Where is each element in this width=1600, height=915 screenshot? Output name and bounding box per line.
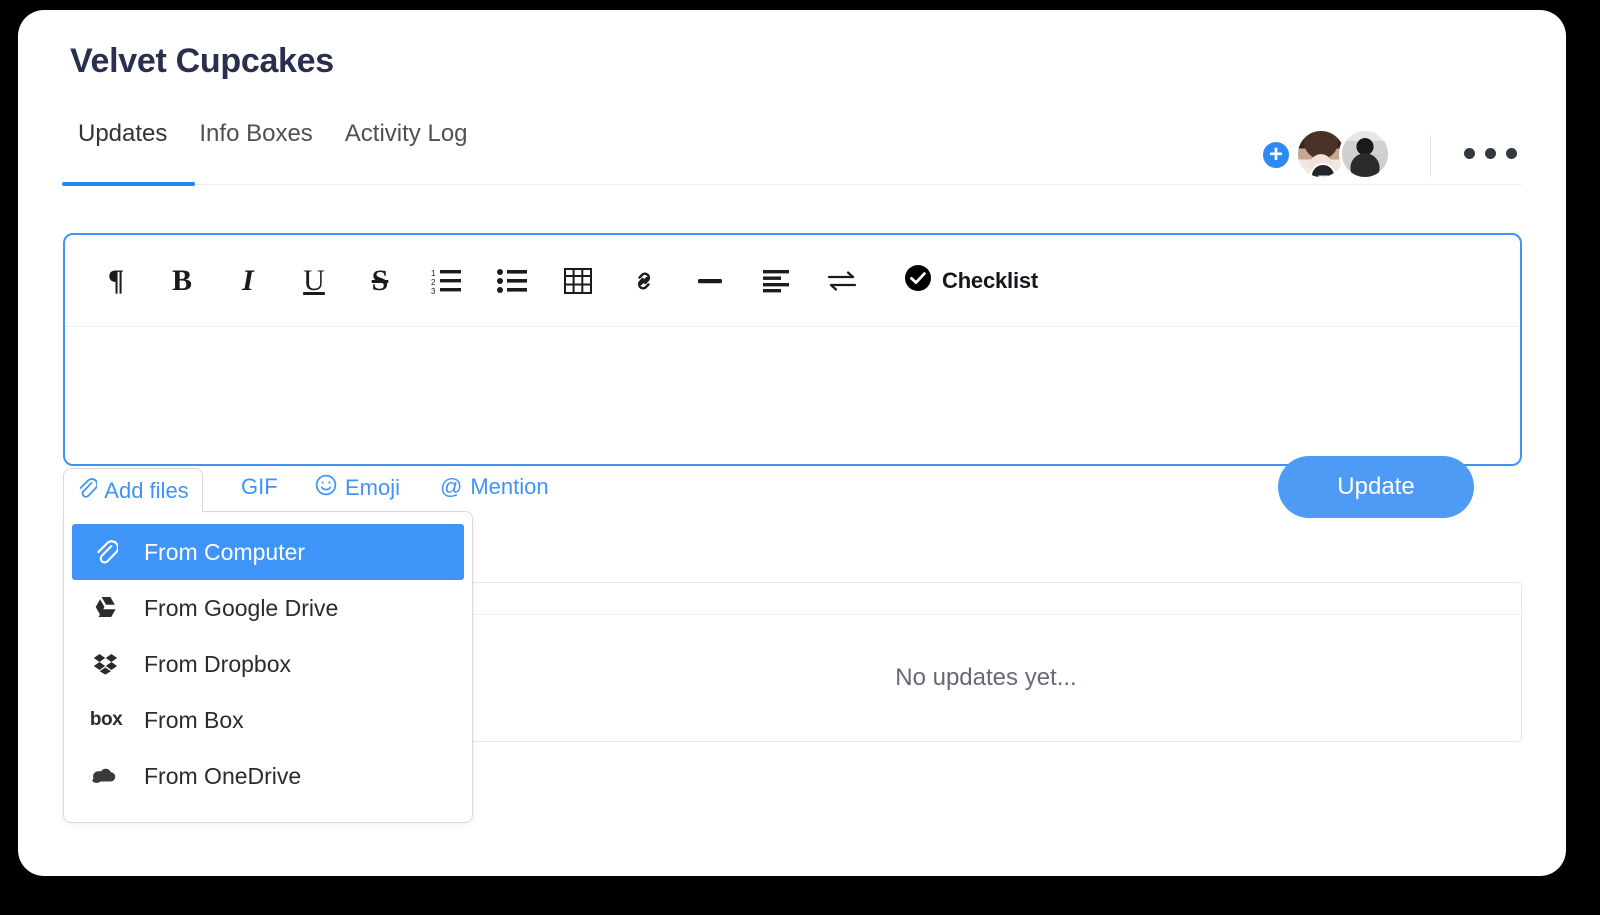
smiley-icon (315, 474, 337, 502)
tab-activity-log[interactable]: Activity Log (329, 120, 484, 166)
menu-item-label: From Dropbox (144, 650, 291, 677)
feed-empty-message: No updates yet... (895, 664, 1077, 691)
feed-panel-header (451, 583, 1521, 615)
svg-text:2: 2 (431, 278, 436, 287)
svg-text:3: 3 (431, 287, 436, 294)
menu-item-from-computer[interactable]: From Computer (72, 524, 464, 580)
mention-label: Mention (470, 474, 549, 499)
dropbox-icon (90, 652, 122, 676)
dot (1485, 148, 1496, 159)
italic-glyph: I (242, 263, 254, 297)
paperclip-icon (77, 477, 99, 505)
checklist-label: Checklist (942, 267, 1039, 293)
dot (1506, 148, 1517, 159)
tab-info-boxes[interactable]: Info Boxes (183, 120, 328, 166)
swap-icon[interactable] (809, 254, 875, 308)
emoji-label: Emoji (345, 475, 401, 500)
menu-item-from-box[interactable]: box From Box (64, 692, 472, 748)
dot (1464, 148, 1475, 159)
header-divider (62, 184, 1522, 185)
horizontal-rule-icon[interactable] (677, 254, 743, 308)
menu-item-label: From OneDrive (144, 762, 302, 789)
bold-glyph: B (171, 263, 192, 297)
updates-feed-panel: No updates yet... (450, 582, 1522, 742)
svg-text:1: 1 (431, 269, 436, 278)
page-title: Velvet Cupcakes (70, 42, 334, 80)
check-circle-icon (905, 265, 931, 296)
active-tab-indicator (62, 182, 195, 186)
box-wordmark: box (89, 709, 123, 730)
avatar-group: + – (1261, 128, 1391, 180)
header-vertical-divider (1430, 135, 1431, 177)
menu-item-from-onedrive[interactable]: From OneDrive (64, 748, 472, 804)
menu-item-from-dropbox[interactable]: From Dropbox (64, 636, 472, 692)
paragraph-glyph: ¶ (107, 263, 125, 297)
menu-item-label: From Computer (144, 538, 306, 565)
add-person-icon[interactable]: + (1261, 140, 1291, 170)
add-files-label: Add files (104, 477, 189, 503)
strikethrough-icon[interactable]: S (347, 254, 413, 308)
more-options-icon[interactable] (1458, 142, 1523, 165)
avatar[interactable] (1339, 128, 1391, 180)
menu-item-label: From Box (144, 706, 244, 733)
box-icon: box (89, 709, 123, 731)
checklist-button[interactable]: Checklist (905, 265, 1038, 296)
update-text-input[interactable] (65, 327, 1520, 464)
ordered-list-icon[interactable]: 1 2 3 (413, 254, 479, 308)
update-editor: ¶ B I U S 1 2 3 Checklist (63, 233, 1522, 466)
paragraph-icon[interactable]: ¶ (83, 254, 149, 308)
mention-button[interactable]: @ Mention (440, 474, 549, 500)
tab-bar: Updates Info Boxes Activity Log (62, 120, 484, 166)
screen: Velvet Cupcakes Updates Info Boxes Activ… (0, 0, 1600, 915)
add-files-menu: From Computer From Google Drive From Dro… (63, 511, 473, 823)
bold-icon[interactable]: B (149, 254, 215, 308)
bulleted-list-icon[interactable] (479, 254, 545, 308)
paperclip-icon (90, 539, 122, 565)
onedrive-icon (90, 766, 122, 786)
tab-updates[interactable]: Updates (62, 120, 183, 166)
emoji-button[interactable]: Emoji (315, 474, 400, 502)
strikethrough-glyph: S (371, 263, 389, 297)
menu-item-label: From Google Drive (144, 594, 339, 621)
update-button[interactable]: Update (1278, 456, 1474, 518)
gif-button[interactable]: GIF (241, 474, 278, 500)
italic-icon[interactable]: I (215, 254, 281, 308)
table-icon[interactable] (545, 254, 611, 308)
add-files-button[interactable]: Add files (63, 468, 203, 512)
underline-icon[interactable]: U (281, 254, 347, 308)
underline-glyph: U (303, 263, 325, 297)
link-icon[interactable] (611, 254, 677, 308)
editor-toolbar: ¶ B I U S 1 2 3 Checklist (65, 235, 1520, 327)
board-card: Velvet Cupcakes Updates Info Boxes Activ… (18, 10, 1566, 876)
remove-person-icon[interactable]: – (1310, 163, 1336, 177)
at-sign-icon: @ (440, 474, 463, 499)
menu-item-from-google-drive[interactable]: From Google Drive (64, 580, 472, 636)
google-drive-icon (90, 596, 122, 620)
text-align-icon[interactable] (743, 254, 809, 308)
gif-label: GIF (241, 474, 278, 499)
